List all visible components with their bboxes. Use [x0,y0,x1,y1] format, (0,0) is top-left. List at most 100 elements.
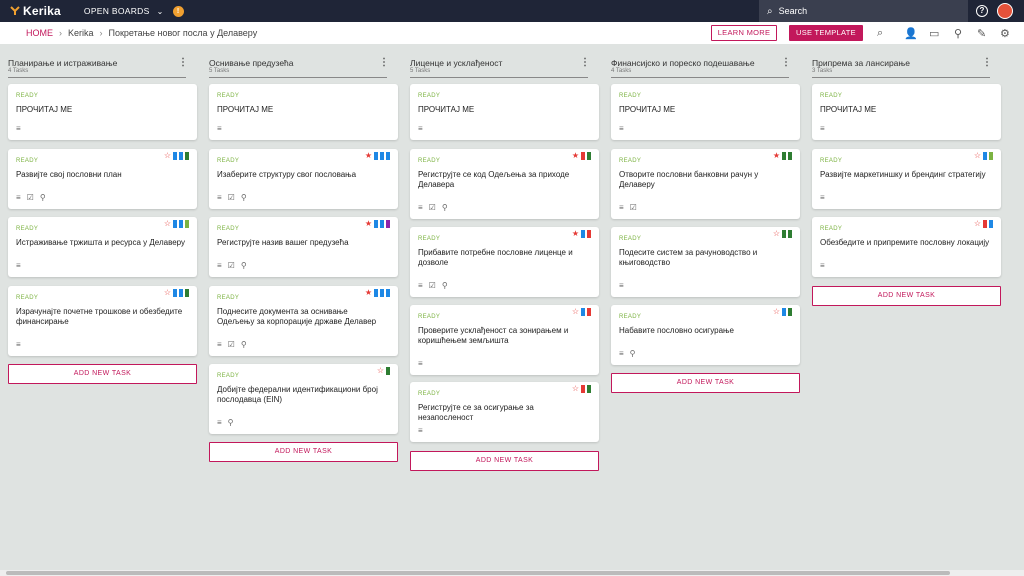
star-outline-icon[interactable]: ☆ [164,289,171,297]
column-menu-icon[interactable]: ⋮ [379,57,389,68]
star-outline-icon[interactable]: ☆ [572,308,579,316]
column-header[interactable]: Оснивање предузећа 5 Tasks ⋮ [201,44,391,78]
gear-icon[interactable]: ⚙ [1000,27,1010,40]
column-menu-icon[interactable]: ⋮ [982,57,992,68]
search-board-icon[interactable]: ⌕ [877,27,883,40]
kerika-logo[interactable]: Kerika [10,4,61,18]
project-badge-icon[interactable]: ! [172,5,184,17]
horizontal-scrollbar[interactable] [0,570,1024,576]
star-filled-icon[interactable]: ★ [572,230,579,238]
column-header[interactable]: Финансијско и пореско подешавање 4 Tasks… [603,44,793,78]
task-card[interactable]: READY ПРОЧИТАЈ МЕ ≡ [410,84,599,140]
task-card[interactable]: READY ПРОЧИТАЈ МЕ ≡ [611,84,800,140]
tools-icon[interactable]: ✎ [977,27,986,40]
task-card[interactable]: READY Региструјте назив вашег предузећа ★… [209,217,398,277]
add-person-icon[interactable]: 👤 [904,27,918,40]
task-flags: ☆ [572,385,591,393]
tag-icon [179,152,183,160]
add-new-task-button[interactable]: ADD NEW TASK [410,451,599,471]
task-card[interactable]: READY Изаберите структуру свог пословања… [209,149,398,209]
help-icon[interactable]: ? [976,5,988,17]
description-icon: ≡ [16,124,21,133]
task-card[interactable]: READY Набавите пословно осигурање ☆ ≡ ⚲ [611,305,800,365]
star-filled-icon[interactable]: ★ [365,289,372,297]
logo-text: Kerika [23,4,61,18]
task-card[interactable]: READY Израчунајте почетне трошкове и обе… [8,286,197,356]
task-card[interactable]: READY Развијте маркетиншку и брендинг ст… [812,149,1001,209]
column-title[interactable]: Оснивање предузећа [209,58,294,68]
task-card[interactable]: READY Проверите усклађеност са зонирањем… [410,305,599,375]
checklist-icon: ☑ [227,340,235,349]
task-footer-icons: ≡ ☑ ⚲ [217,340,247,349]
scrollbar-thumb[interactable] [6,571,950,575]
task-card[interactable]: READY ПРОЧИТАЈ МЕ ≡ [209,84,398,140]
task-flags: ★ [572,152,591,160]
star-filled-icon[interactable]: ★ [773,152,780,160]
tag-icon [989,152,993,160]
column-header[interactable]: Лиценце и усклађеност 5 Tasks ⋮ [402,44,592,78]
tag-icon [386,220,390,228]
task-card[interactable]: READY Обезбедите и припремите пословну л… [812,217,1001,277]
column-title[interactable]: Финансијско и пореско подешавање [611,58,755,68]
chat-icon[interactable]: ▭ [929,27,939,40]
description-icon: ≡ [217,418,222,427]
task-card[interactable]: READY Отворите пословни банковни рачун у… [611,149,800,219]
star-filled-icon[interactable]: ★ [365,152,372,160]
attachment-icon: ⚲ [629,349,636,358]
add-new-task-button[interactable]: ADD NEW TASK [611,373,800,393]
star-outline-icon[interactable]: ☆ [164,152,171,160]
column-header[interactable]: Припрема за лансирање 3 Tasks ⋮ [804,44,994,78]
breadcrumb-home[interactable]: HOME [26,28,53,38]
tag-icon [983,152,987,160]
breadcrumb-board: Покретање новог посла у Делаверу [108,28,258,38]
task-status: READY [619,314,642,320]
task-card[interactable]: READY Истраживање тржишта и ресурса у Де… [8,217,197,277]
task-card[interactable]: READY Поднесите документа за оснивање Од… [209,286,398,356]
star-filled-icon[interactable]: ★ [572,152,579,160]
task-card[interactable]: READY ПРОЧИТАЈ МЕ ≡ [812,84,1001,140]
column-header[interactable]: Планирање и истраживање 4 Tasks ⋮ [0,44,190,78]
star-filled-icon[interactable]: ★ [365,220,372,228]
star-outline-icon[interactable]: ☆ [974,152,981,160]
column-title[interactable]: Припрема за лансирање [812,58,910,68]
add-new-task-button[interactable]: ADD NEW TASK [209,442,398,462]
tag-icon [185,220,189,228]
task-flags: ☆ [164,152,189,160]
column-title[interactable]: Планирање и истраживање [8,58,117,68]
avatar[interactable] [997,3,1013,19]
logo-mark-icon [10,6,20,15]
add-new-task-button[interactable]: ADD NEW TASK [812,286,1001,306]
use-template-button[interactable]: USE TEMPLATE [789,25,863,41]
task-card[interactable]: READY Прибавите потребне пословне лиценц… [410,227,599,297]
attachment-icon[interactable]: ⚲ [954,27,962,40]
task-status: READY [16,93,39,99]
breadcrumb-org[interactable]: Kerika [68,28,94,38]
task-title: Набавите пословно осигурање [619,326,734,335]
column-menu-icon[interactable]: ⋮ [781,57,791,68]
task-card[interactable]: READY Региструјте се за осигурање за нез… [410,382,599,442]
task-card[interactable]: READY Развијте свој пословни план ☆ ≡ ☑ ⚲ [8,149,197,209]
learn-more-button[interactable]: LEARN MORE [711,25,777,41]
star-outline-icon[interactable]: ☆ [974,220,981,228]
task-status: READY [820,158,843,164]
search-input[interactable]: ⌕ Search [759,0,968,22]
checklist-icon: ☑ [428,203,436,212]
column-title[interactable]: Лиценце и усклађеност [410,58,502,68]
star-outline-icon[interactable]: ☆ [773,308,780,316]
star-outline-icon[interactable]: ☆ [572,385,579,393]
task-card[interactable]: READY Добијте федерални идентификациони … [209,364,398,434]
column-menu-icon[interactable]: ⋮ [580,57,590,68]
star-outline-icon[interactable]: ☆ [377,367,384,375]
open-boards-menu[interactable]: OPEN BOARDS ⌄ [84,6,164,16]
task-footer-icons: ≡ [820,193,825,202]
add-new-task-button[interactable]: ADD NEW TASK [8,364,197,384]
task-card[interactable]: READY ПРОЧИТАЈ МЕ ≡ [8,84,197,140]
task-card[interactable]: READY Подесите систем за рачуноводство и… [611,227,800,297]
column-menu-icon[interactable]: ⋮ [178,57,188,68]
task-title: Истраживање тржишта и ресурса у Делаверу [16,238,186,247]
star-outline-icon[interactable]: ☆ [773,230,780,238]
tag-icon [386,367,390,375]
task-footer-icons: ≡ ☑ [619,203,637,212]
star-outline-icon[interactable]: ☆ [164,220,171,228]
task-card[interactable]: READY Региструјте се код Одељења за прих… [410,149,599,219]
